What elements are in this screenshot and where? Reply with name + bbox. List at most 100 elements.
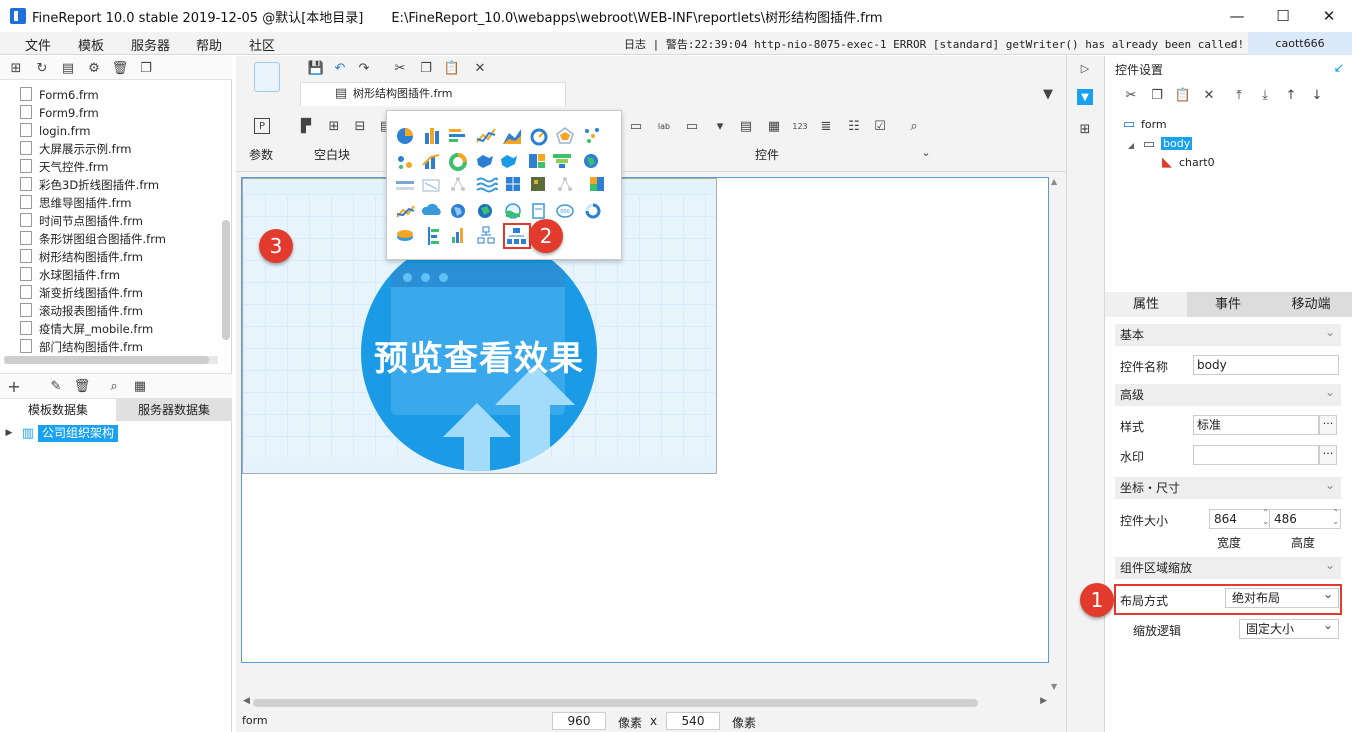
document-chart-icon[interactable] (532, 203, 545, 219)
menu-file[interactable]: 文件 (25, 35, 51, 54)
file-list-vertical-scrollbar[interactable] (222, 220, 230, 340)
globe-3d-icon[interactable] (451, 204, 465, 218)
style-input[interactable]: 标准 (1193, 415, 1319, 435)
cloud-chart-icon[interactable] (421, 203, 441, 215)
edit-icon[interactable]: ✎ (48, 378, 64, 394)
watermark-input[interactable] (1193, 445, 1319, 465)
region-map-icon[interactable] (501, 155, 517, 168)
horizontal-bar-chart-icon[interactable] (449, 129, 465, 142)
template-icon[interactable] (254, 62, 280, 92)
textbox-widget-icon[interactable]: ▭ (628, 118, 644, 134)
expand-arrow-icon[interactable]: ▶ (4, 425, 14, 441)
matrix-chart-icon[interactable] (590, 177, 604, 191)
move-top-icon[interactable]: ⤒ (1231, 87, 1247, 103)
treemap-chart-icon[interactable] (529, 154, 545, 168)
delete-dataset-icon[interactable]: 🗑 (74, 378, 91, 394)
section-advanced[interactable]: 高级 (1115, 381, 1341, 406)
dashboard-icon[interactable]: 000 (556, 204, 574, 218)
move-up-icon[interactable]: ↑ (1283, 87, 1299, 103)
table-chart-icon[interactable] (506, 177, 520, 191)
file-item[interactable]: 渐变折线图插件.frm (20, 284, 143, 302)
delete-icon[interactable]: ✕ (1201, 87, 1217, 103)
widget-name-input[interactable]: body (1193, 355, 1339, 375)
cut-icon[interactable]: ✂ (392, 60, 408, 76)
colorful-bar-icon[interactable] (452, 228, 463, 243)
dataset-item[interactable]: 公司组织架构 (38, 425, 119, 442)
line-chart-icon[interactable] (476, 128, 496, 143)
preview-dataset-icon[interactable]: ⌕ (106, 378, 122, 394)
checkbox-widget-icon[interactable]: ☑ (872, 118, 888, 134)
textarea-widget-icon[interactable]: ≣ (818, 118, 834, 134)
tree-node-form[interactable]: form (1141, 118, 1167, 131)
file-item[interactable]: 思维导图插件.frm (20, 194, 131, 212)
log-message[interactable]: 日志 | 警告:22:39:04 http-nio-8075-exec-1 ER… (624, 36, 1244, 52)
tab-menu-icon[interactable]: ▼ (1040, 86, 1056, 102)
tab-layout-icon[interactable]: ⊟ (352, 118, 368, 134)
file-item[interactable]: 部门结构图插件.frm (20, 338, 143, 356)
bubble-chart-icon[interactable] (398, 156, 412, 169)
progress-chart-icon[interactable] (396, 181, 414, 190)
canvas-width-input[interactable]: 960 (552, 712, 606, 730)
absolute-layout-icon[interactable]: ▛ (298, 118, 314, 134)
move-down-icon[interactable]: ↓ (1309, 87, 1325, 103)
donut-chart-icon[interactable] (449, 153, 467, 171)
canvas-height-input[interactable]: 540 (666, 712, 720, 730)
cut-icon[interactable]: ✂ (1123, 87, 1139, 103)
tree-node-chart0[interactable]: chart0 (1179, 156, 1215, 169)
file-item[interactable]: 树形结构图插件.frm (20, 248, 143, 266)
number-widget-icon[interactable]: 123 (792, 118, 808, 134)
file-item[interactable]: 滚动报表图插件.frm (20, 302, 143, 320)
component-library-icon[interactable]: ⊞ (1077, 121, 1093, 137)
copy-icon[interactable]: ❐ (418, 60, 434, 76)
button-widget-icon[interactable]: ▭ (684, 118, 700, 134)
widget-settings-icon[interactable]: ▼ (1077, 89, 1093, 105)
section-zoom[interactable]: 组件区域缩放 (1115, 554, 1341, 579)
combo-chart-icon[interactable] (422, 154, 440, 169)
canvas-vertical-scrollbar[interactable]: ▲ ▼ (1050, 177, 1060, 691)
radar-chart-icon[interactable] (556, 127, 574, 144)
pie-chart-icon[interactable] (397, 128, 413, 144)
area-chart-icon[interactable] (503, 129, 521, 144)
copy-icon[interactable]: ❐ (1149, 87, 1165, 103)
copy-icon[interactable]: ❐ (138, 60, 154, 76)
line-map-icon[interactable] (422, 179, 440, 192)
refresh-icon[interactable]: ↻ (34, 60, 50, 76)
file-item[interactable]: 疫情大屏_mobile.frm (20, 320, 153, 338)
minimize-button[interactable]: — (1214, 0, 1260, 32)
tab-template-dataset[interactable]: 模板数据集 (0, 399, 116, 421)
menu-help[interactable]: 帮助 (196, 35, 222, 54)
file-item[interactable]: 水球图插件.frm (20, 266, 120, 284)
wave-chart-icon[interactable] (476, 177, 498, 193)
file-item[interactable]: Form9.frm (20, 104, 99, 122)
file-item[interactable]: 大屏展示示例.frm (20, 140, 131, 158)
chevron-down-icon[interactable]: ⌄ (918, 144, 934, 160)
style-more-button[interactable]: ··· (1319, 415, 1337, 435)
ring-progress-icon[interactable] (585, 203, 601, 219)
design-canvas[interactable]: 预览查看效果 3 (241, 177, 1049, 663)
dataset-settings-icon[interactable]: ▦ (132, 378, 148, 394)
section-coord-size[interactable]: 坐标・尺寸 (1115, 474, 1341, 499)
file-list-horizontal-scrollbar[interactable] (4, 356, 218, 364)
tab-properties[interactable]: 属性 (1105, 292, 1187, 317)
radio-widget-icon[interactable]: ☷ (846, 118, 862, 134)
undo-icon[interactable]: ↶ (332, 60, 348, 76)
date-widget-icon[interactable]: ▦ (766, 118, 782, 134)
org-chart-icon[interactable] (477, 226, 495, 244)
map-chart-icon[interactable] (477, 155, 493, 168)
save-icon[interactable]: 💾 (308, 60, 324, 76)
timeline-chart-icon[interactable] (428, 227, 439, 245)
delete-icon[interactable]: ✕ (472, 60, 488, 76)
combobox-widget-icon[interactable]: ▾ (712, 118, 728, 134)
label-widget-icon[interactable]: lab (656, 118, 672, 134)
pin-icon[interactable]: ↙ (1331, 60, 1347, 76)
collapse-icon[interactable]: ◢ (1123, 137, 1139, 153)
redo-icon[interactable]: ↷ (356, 60, 372, 76)
file-item[interactable]: 天气控件.frm (20, 158, 108, 176)
force-graph-icon[interactable] (558, 177, 572, 191)
water-ball-icon[interactable] (505, 203, 521, 219)
funnel-chart-icon[interactable] (553, 154, 571, 168)
file-item[interactable]: 彩色3D折线图插件.frm (20, 176, 159, 194)
menu-community[interactable]: 社区 (249, 35, 275, 54)
file-item[interactable]: Form6.frm (20, 86, 99, 104)
paste-icon[interactable]: 📋 (1175, 87, 1191, 103)
